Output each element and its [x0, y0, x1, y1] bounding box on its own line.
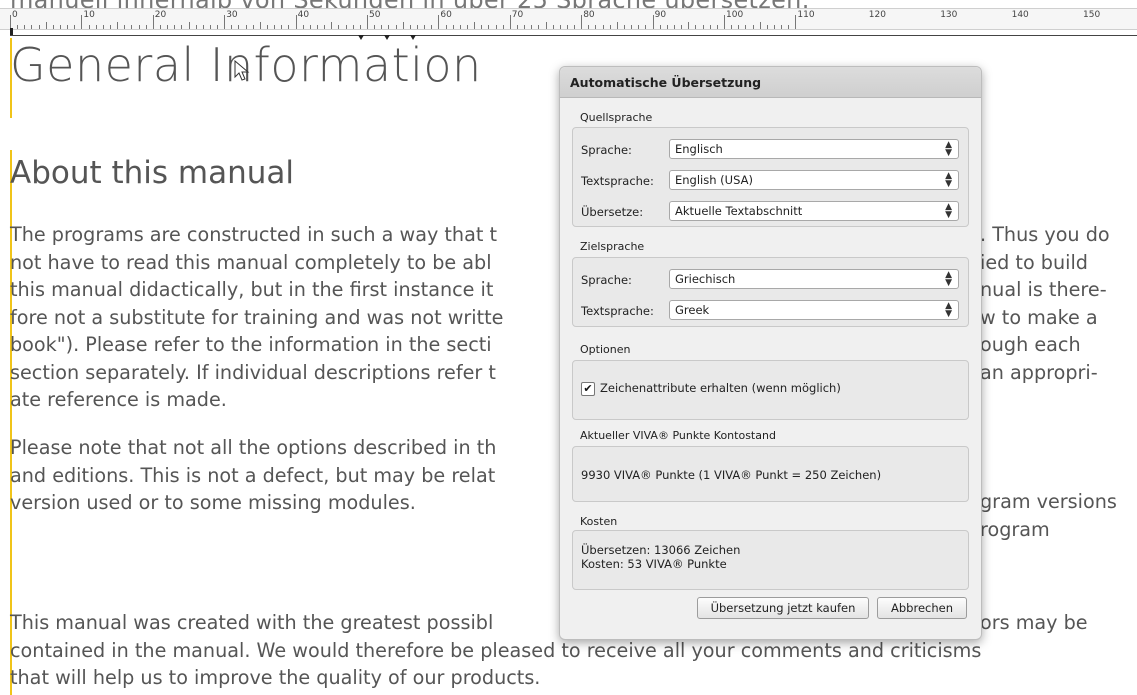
- select-value: Aktuelle Textabschnitt: [675, 204, 803, 218]
- text-line: an appropri-: [980, 360, 1098, 384]
- source-text-language-select[interactable]: English (USA) ▲ ▼: [669, 170, 959, 190]
- source-text-language-label: Textsprache:: [581, 174, 654, 188]
- balance-text: 9930 VIVA® Punkte (1 VIVA® Punkt = 250 Z…: [581, 468, 882, 482]
- text-line: contained in the manual. We would theref…: [10, 638, 982, 662]
- balance-group: 9930 VIVA® Punkte (1 VIVA® Punkt = 250 Z…: [572, 446, 969, 502]
- source-section-label: Quellsprache: [580, 111, 653, 124]
- balance-section-label: Aktueller VIVA® Punkte Kontostand: [580, 429, 776, 442]
- target-section-label: Zielsprache: [580, 240, 645, 253]
- target-group: Sprache: Griechisch ▲ ▼ Textsprache: Gree…: [572, 257, 969, 327]
- right-text-fragments: . Thus you do ied to build nual is there…: [980, 221, 1137, 386]
- buy-translation-button[interactable]: Übersetzung jetzt kaufen: [697, 597, 869, 619]
- select-value: Englisch: [675, 142, 723, 156]
- options-section-label: Optionen: [580, 343, 631, 356]
- keep-attributes-checkbox[interactable]: ✔: [581, 382, 595, 396]
- source-language-select[interactable]: Englisch ▲ ▼: [669, 139, 959, 159]
- target-language-select[interactable]: Griechisch ▲ ▼: [669, 269, 959, 289]
- translate-scope-select[interactable]: Aktuelle Textabschnitt ▲ ▼: [669, 201, 959, 221]
- select-arrows-icon: ▲ ▼: [945, 301, 952, 319]
- translate-scope-label: Übersetze:: [581, 205, 644, 219]
- text-line: ied to build: [980, 250, 1088, 274]
- select-value: Griechisch: [675, 272, 736, 286]
- text-line: w to make a: [980, 305, 1098, 329]
- select-value: English (USA): [675, 173, 753, 187]
- select-arrows-icon: ▲ ▼: [945, 171, 952, 189]
- text-line: ough each: [980, 333, 1081, 356]
- cancel-button[interactable]: Abbrechen: [877, 597, 967, 619]
- target-text-language-select[interactable]: Greek ▲ ▼: [669, 300, 959, 320]
- cost-section-label: Kosten: [580, 515, 618, 528]
- cost-characters: Übersetzen: 13066 Zeichen: [581, 543, 741, 557]
- source-group: Sprache: Englisch ▲ ▼ Textsprache: Englis…: [572, 127, 969, 227]
- cost-points: Kosten: 53 VIVA® Punkte: [581, 557, 727, 571]
- heading-about-manual: About this manual: [10, 155, 295, 191]
- select-arrows-icon: ▲ ▼: [945, 270, 952, 288]
- select-arrows-icon: ▲ ▼: [945, 140, 952, 158]
- dialog-title: Automatische Übersetzung: [570, 75, 762, 90]
- text-line: gram versions: [980, 490, 1117, 513]
- text-line: that will help us to improve the quality…: [10, 666, 541, 689]
- text-line: . Thus you do: [980, 223, 1110, 246]
- select-arrows-icon: ▲ ▼: [945, 202, 952, 220]
- target-language-label: Sprache:: [581, 273, 632, 287]
- right-text-fragments: ors may be: [980, 609, 1137, 637]
- cost-group: Übersetzen: 13066 Zeichen Kosten: 53 VIV…: [572, 530, 969, 590]
- text-line: nual is there-: [980, 278, 1107, 301]
- keep-attributes-label[interactable]: Zeichenattribute erhalten (wenn möglich): [600, 381, 841, 395]
- mouse-pointer-icon: [234, 60, 250, 81]
- select-value: Greek: [675, 303, 710, 317]
- target-text-language-label: Textsprache:: [581, 304, 654, 318]
- text-line: ors may be: [980, 611, 1088, 634]
- right-text-fragments: gram versions rogram: [980, 488, 1137, 543]
- source-language-label: Sprache:: [581, 143, 632, 157]
- text-line: rogram: [980, 517, 1050, 541]
- dialog-title-bar[interactable]: Automatische Übersetzung: [560, 67, 981, 98]
- auto-translate-dialog[interactable]: Automatische Übersetzung Quellsprache Sp…: [559, 66, 982, 640]
- options-group: ✔ Zeichenattribute erhalten (wenn möglic…: [572, 360, 969, 420]
